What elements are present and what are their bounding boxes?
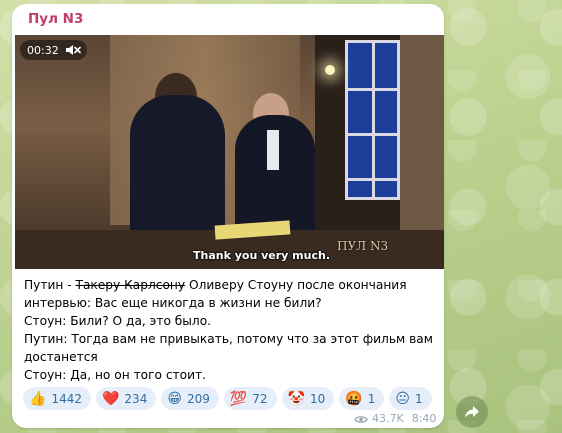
neutral-face-icon: 😐 [395,390,410,407]
message-struck-text: Такеру Карлсону [75,278,186,292]
grin-icon: 😁 [167,390,182,407]
reactions-bar: 👍 1442 ❤️ 234 😁 209 💯 72 🤡 10 🤬 1 😐 1 [23,387,432,410]
message-line: Путин - Такеру Карлсону Оливеру Стоуну п… [24,276,439,312]
share-arrow-icon [465,406,479,418]
share-button[interactable] [456,396,488,428]
message-meta: 43.7K 8:40 [354,412,436,425]
video-frame-person-left [130,95,225,245]
video-subtitle: Thank you very much. [193,249,331,262]
message-time: 8:40 [411,412,437,425]
video-frame-wall-right [400,35,444,235]
video-frame-lamp [325,65,335,75]
message-line: Путин: Тогда вам не привыкать, потому чт… [24,332,433,364]
video-player[interactable]: Thank you very much. ПУЛ N3 00:32 [15,35,444,269]
video-frame-shirt [267,130,279,170]
reaction-heart[interactable]: ❤️ 234 [95,387,157,410]
reaction-clown[interactable]: 🤡 10 [281,387,335,410]
video-watermark: ПУЛ N3 [337,239,389,253]
reaction-count: 10 [310,391,326,406]
reaction-count: 72 [252,391,268,406]
video-frame-window [345,40,400,200]
reaction-count: 234 [124,391,148,406]
thumbs-up-icon: 👍 [29,390,47,407]
clown-icon: 🤡 [287,390,305,407]
channel-name[interactable]: Пул N3 [28,11,83,27]
reaction-count: 1 [367,391,376,406]
reaction-angry[interactable]: 🤬 1 [339,387,385,410]
reaction-thumbs-up[interactable]: 👍 1442 [23,387,91,410]
view-count: 43.7K [372,412,404,425]
message-line: Стоун: Да, но он того стоит. [24,368,207,382]
reaction-count: 209 [186,391,210,406]
video-duration: 00:32 [27,43,59,57]
muted-speaker-icon[interactable] [65,44,81,56]
hundred-icon: 💯 [229,390,248,407]
reaction-hundred[interactable]: 💯 72 [223,387,277,410]
angry-face-icon: 🤬 [345,390,363,407]
heart-icon: ❤️ [101,390,120,407]
message-line-prefix: Путин - [24,278,76,292]
reaction-count: 1 [414,391,423,406]
reaction-count: 1442 [51,391,82,406]
reaction-grin[interactable]: 😁 209 [161,387,219,410]
message-line: Стоун: Били? О да, это было. [24,314,212,328]
reaction-neutral[interactable]: 😐 1 [389,387,432,410]
eye-icon [354,414,368,423]
video-duration-badge[interactable]: 00:32 [20,40,87,60]
message-text: Путин - Такеру Карлсону Оливеру Стоуну п… [24,276,439,384]
